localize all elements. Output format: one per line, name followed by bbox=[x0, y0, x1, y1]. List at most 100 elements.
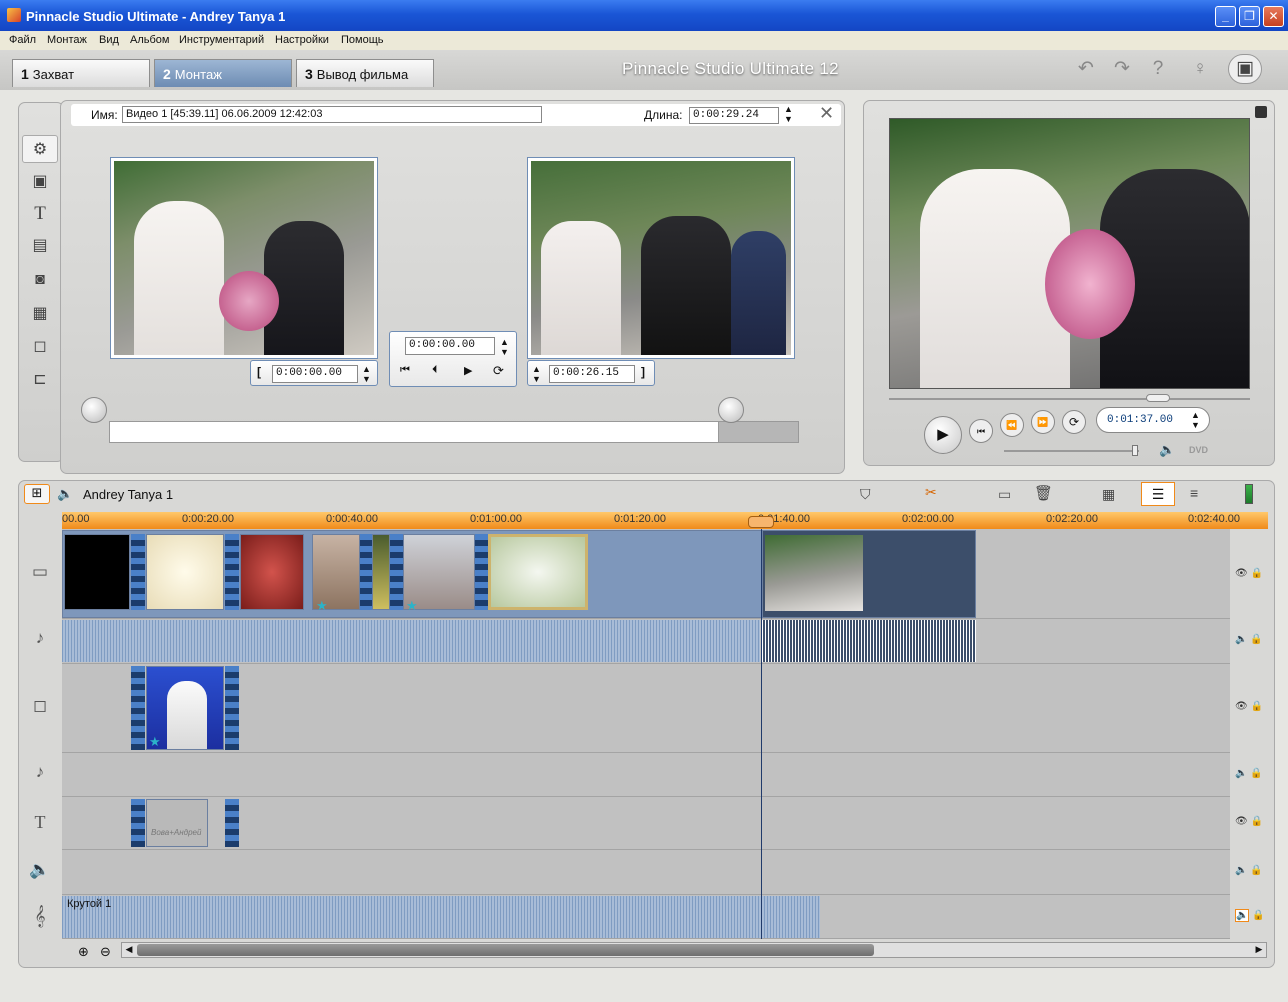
prev-frame-icon[interactable]: ⏴ bbox=[432, 364, 438, 377]
camera-effects-icon[interactable]: ◙ bbox=[22, 266, 58, 294]
playhead-handle[interactable] bbox=[748, 516, 774, 528]
video-tools-icon[interactable]: ⚙ bbox=[22, 135, 58, 163]
restore-button[interactable]: ❐ bbox=[1239, 6, 1260, 27]
track-visibility-lock[interactable]: 👁 🔒 bbox=[1235, 816, 1267, 827]
video-clip[interactable] bbox=[372, 534, 390, 610]
preview-play-button[interactable]: ▶ bbox=[924, 416, 962, 454]
sound-effects-track[interactable] bbox=[62, 850, 1230, 895]
music-track-audio-lock[interactable]: 🔈 🔒 bbox=[1235, 909, 1267, 922]
track-audio-lock[interactable]: 🔈 🔒 bbox=[1235, 865, 1267, 876]
transition[interactable] bbox=[390, 534, 404, 610]
tab-capture[interactable]: 1 Захват bbox=[12, 59, 150, 87]
video-clip[interactable] bbox=[146, 534, 224, 610]
help-icon[interactable]: ? bbox=[1147, 58, 1169, 80]
close-button[interactable]: ✕ bbox=[1263, 6, 1284, 27]
zoom-out-icon[interactable]: ⊖ bbox=[100, 944, 111, 960]
menu-help[interactable]: Помощь bbox=[341, 34, 384, 46]
bulb-icon[interactable]: ♀ bbox=[1189, 58, 1211, 80]
premium-icon[interactable]: ▣ bbox=[1228, 54, 1262, 84]
scroll-left-icon[interactable]: ◀ bbox=[123, 944, 135, 956]
preview-scrubber[interactable] bbox=[889, 398, 1250, 400]
video-clip[interactable] bbox=[488, 534, 588, 610]
preview-scrub-handle[interactable] bbox=[1146, 394, 1170, 402]
clapper-icon[interactable]: ▦ bbox=[22, 300, 58, 328]
marker-icon[interactable]: ⛉ bbox=[860, 486, 871, 503]
track-visibility-lock[interactable]: 👁 🔒 bbox=[1235, 568, 1267, 579]
menu-album[interactable]: Альбом bbox=[130, 34, 169, 46]
timeline-view-icon[interactable]: ⊞ bbox=[24, 484, 50, 504]
track-audio-lock[interactable]: 🔈 🔒 bbox=[1235, 634, 1267, 645]
selected-video-clip[interactable] bbox=[762, 530, 976, 618]
volume-handle[interactable] bbox=[1132, 445, 1138, 456]
menu-file[interactable]: Файл bbox=[9, 34, 36, 46]
current-spinner-icon[interactable]: ▲ ▼ bbox=[500, 337, 509, 357]
overlay-tool-icon[interactable]: ▣ bbox=[22, 168, 58, 196]
preview-forward-button[interactable]: ⏩ bbox=[1031, 410, 1055, 434]
razor-icon[interactable]: ✂ bbox=[925, 484, 937, 501]
preview-loop-button[interactable]: ⟳ bbox=[1062, 410, 1086, 434]
plug-icon[interactable]: ⊏ bbox=[22, 366, 58, 394]
storyboard-icon[interactable]: ▭ bbox=[998, 486, 1011, 503]
play-icon[interactable]: ▶ bbox=[464, 364, 472, 377]
overlay-transition[interactable] bbox=[225, 666, 239, 750]
frame-tool-icon[interactable]: ◻ bbox=[22, 333, 58, 361]
trim-scrubber[interactable] bbox=[109, 421, 799, 443]
title-tool-icon[interactable]: T bbox=[22, 200, 58, 228]
track-audio-lock[interactable]: 🔈 🔒 bbox=[1235, 768, 1267, 779]
video-clip[interactable] bbox=[64, 534, 130, 610]
trim-out-handle[interactable] bbox=[718, 397, 744, 423]
tab-edit[interactable]: 2 Монтаж bbox=[154, 59, 292, 87]
overlay-audio-track[interactable] bbox=[62, 753, 1230, 797]
trash-icon[interactable]: 🗑 bbox=[1034, 484, 1053, 502]
fullscreen-icon[interactable] bbox=[1255, 106, 1267, 118]
length-spinner-icon[interactable]: ▲ ▼ bbox=[784, 104, 793, 124]
redo-icon[interactable]: ↷ bbox=[1111, 58, 1133, 80]
scenes-view-icon[interactable]: ▦ bbox=[1102, 486, 1115, 503]
track-visibility-lock[interactable]: 👁 🔒 bbox=[1235, 701, 1267, 712]
preview-rewind-button[interactable]: ⏪ bbox=[1000, 413, 1024, 437]
preview-timecode[interactable]: 0:01:37.00 bbox=[1107, 414, 1173, 426]
clip-length-input[interactable]: 0:00:29.24 bbox=[689, 107, 779, 124]
music-clip[interactable] bbox=[62, 896, 820, 938]
scroll-thumb[interactable] bbox=[137, 944, 874, 956]
timeline-mode-icon[interactable]: ☰ bbox=[1141, 482, 1175, 506]
audio-meter-icon[interactable] bbox=[1245, 484, 1253, 504]
dvd-icon[interactable]: DVD bbox=[1189, 445, 1208, 455]
clip-name-input[interactable]: Видео 1 [45:39.11] 06.06.2009 12:42:03 bbox=[122, 106, 542, 123]
loop-icon[interactable]: ⟳ bbox=[493, 363, 504, 379]
time-ruler[interactable]: 00.00 0:00:20.00 0:00:40.00 0:01:00.00 0… bbox=[62, 512, 1268, 529]
trim-in-handle[interactable] bbox=[81, 397, 107, 423]
zoom-in-icon[interactable]: ⊕ bbox=[78, 944, 89, 960]
menu-view[interactable]: Вид bbox=[99, 34, 119, 46]
minimize-button[interactable]: _ bbox=[1215, 6, 1236, 27]
title-transition[interactable] bbox=[131, 799, 145, 847]
go-start-icon[interactable]: ⏮ bbox=[400, 364, 410, 377]
speaker-icon[interactable]: 🔈 bbox=[1159, 442, 1175, 458]
tab-make-movie[interactable]: 3 Вывод фильма bbox=[296, 59, 434, 87]
overlay-transition[interactable] bbox=[131, 666, 145, 750]
menu-settings[interactable]: Настройки bbox=[275, 34, 329, 46]
preview-time-spinner-icon[interactable]: ▲ ▼ bbox=[1191, 410, 1200, 430]
volume-slider[interactable] bbox=[1004, 450, 1139, 452]
text-view-icon[interactable]: ≡ bbox=[1190, 485, 1198, 501]
out-time-input[interactable]: 0:00:26.15 bbox=[549, 365, 635, 383]
scroll-right-icon[interactable]: ▶ bbox=[1253, 944, 1265, 956]
selected-audio-waveform[interactable] bbox=[762, 620, 976, 662]
disc-menu-icon[interactable]: ▤ bbox=[22, 232, 58, 260]
video-clip[interactable] bbox=[240, 534, 304, 610]
menu-edit[interactable]: Монтаж bbox=[47, 34, 87, 46]
current-time-input[interactable]: 0:00:00.00 bbox=[405, 337, 495, 355]
undo-icon[interactable]: ↶ bbox=[1075, 58, 1097, 80]
video-audio-waveform[interactable] bbox=[62, 620, 760, 662]
title-clip[interactable]: Вова+Андрей bbox=[146, 799, 208, 847]
transition[interactable] bbox=[131, 534, 145, 610]
transition[interactable] bbox=[225, 534, 239, 610]
project-audio-icon[interactable]: 🔈 bbox=[57, 486, 73, 502]
close-editor-icon[interactable]: ✕ bbox=[819, 103, 834, 124]
in-spinner-icon[interactable]: ▲ ▼ bbox=[362, 364, 371, 384]
out-spinner-icon[interactable]: ▲ ▼ bbox=[532, 364, 541, 384]
menu-toolbox[interactable]: Инструментарий bbox=[179, 34, 264, 46]
title-transition[interactable] bbox=[225, 799, 239, 847]
preview-go-start-button[interactable]: ⏮ bbox=[969, 419, 993, 443]
in-time-input[interactable]: 0:00:00.00 bbox=[272, 365, 358, 383]
